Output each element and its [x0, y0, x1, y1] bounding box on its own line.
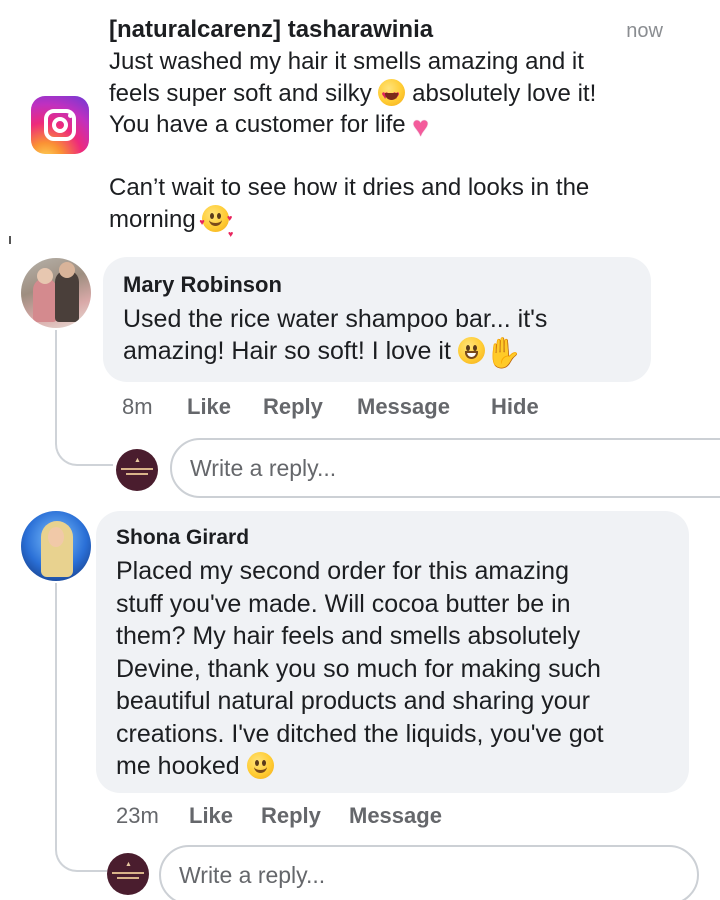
hide-button[interactable]: Hide: [491, 394, 539, 420]
comment-line: stuff you've made. Will cocoa butter be …: [116, 589, 571, 618]
grinning-face-emoji-icon: [457, 337, 485, 364]
comment-time: 23m: [116, 803, 159, 828]
comment-line: amazing! Hair so soft! I love it: [123, 337, 451, 365]
comment-text: Used the rice water shampoo bar... it's …: [123, 303, 547, 369]
notification-line: morning: [109, 205, 196, 233]
notification-line: Just washed my hair it smells amazing an…: [109, 48, 584, 75]
page-avatar: ▲: [107, 853, 149, 895]
reply-input[interactable]: [190, 440, 709, 496]
reply-input[interactable]: [179, 847, 662, 900]
notification-time: now: [626, 20, 663, 42]
comment-time: 8m: [122, 394, 153, 419]
reply-field[interactable]: [170, 438, 720, 498]
comment-line: beautiful natural products and sharing y…: [116, 687, 590, 715]
comment-bubble: Mary Robinson Used the rice water shampo…: [103, 257, 651, 382]
comment-line: Devine, thank you so much for making suc…: [116, 654, 601, 683]
thumbs-up-emoji-icon: ✋: [484, 337, 523, 370]
comment-line: me hooked: [116, 752, 240, 780]
message-button[interactable]: Message: [349, 803, 442, 829]
notification-line: absolutely love it!: [412, 79, 597, 107]
comment-line: them? My hair feels and smells absolutel…: [116, 622, 581, 650]
instagram-icon: [31, 96, 89, 154]
slightly-smiling-face-emoji-icon: [246, 752, 274, 779]
notification-line: You have a customer for life: [109, 111, 406, 138]
notification-line: Can’t wait to see how it dries and looks…: [109, 174, 590, 201]
reply-field[interactable]: [159, 845, 699, 900]
comment-line: creations. I've ditched the liquids, you…: [116, 719, 604, 748]
reply-button[interactable]: Reply: [263, 394, 323, 420]
notification-message: Just washed my hair it smells amazing an…: [109, 46, 699, 239]
notification-line: feels super soft and silky: [109, 79, 372, 107]
comment-line: Used the rice water shampoo bar... it's: [123, 305, 548, 333]
comment-author[interactable]: Mary Robinson: [123, 272, 282, 298]
avatar[interactable]: [21, 258, 91, 328]
comment-line: Placed my second order for this amazing: [116, 557, 569, 585]
divider-mark: [9, 236, 11, 244]
page-avatar: ▲: [116, 449, 158, 491]
notification-title: [naturalcarenz] tasharawinia: [109, 16, 434, 43]
like-button[interactable]: Like: [187, 394, 231, 420]
sparkling-heart-emoji-icon: ♥: [412, 111, 429, 142]
avatar[interactable]: [21, 511, 91, 581]
comment-text: Placed my second order for this amazing …: [116, 555, 604, 783]
reply-button[interactable]: Reply: [261, 803, 321, 829]
heart-eyes-emoji-icon: [378, 78, 406, 111]
comment-bubble: Shona Girard Placed my second order for …: [96, 511, 689, 793]
smiling-face-with-hearts-emoji-icon: ♥ ♥ ♥: [199, 204, 233, 239]
like-button[interactable]: Like: [189, 803, 233, 829]
message-button[interactable]: Message: [357, 394, 450, 420]
comment-author[interactable]: Shona Girard: [116, 526, 249, 550]
